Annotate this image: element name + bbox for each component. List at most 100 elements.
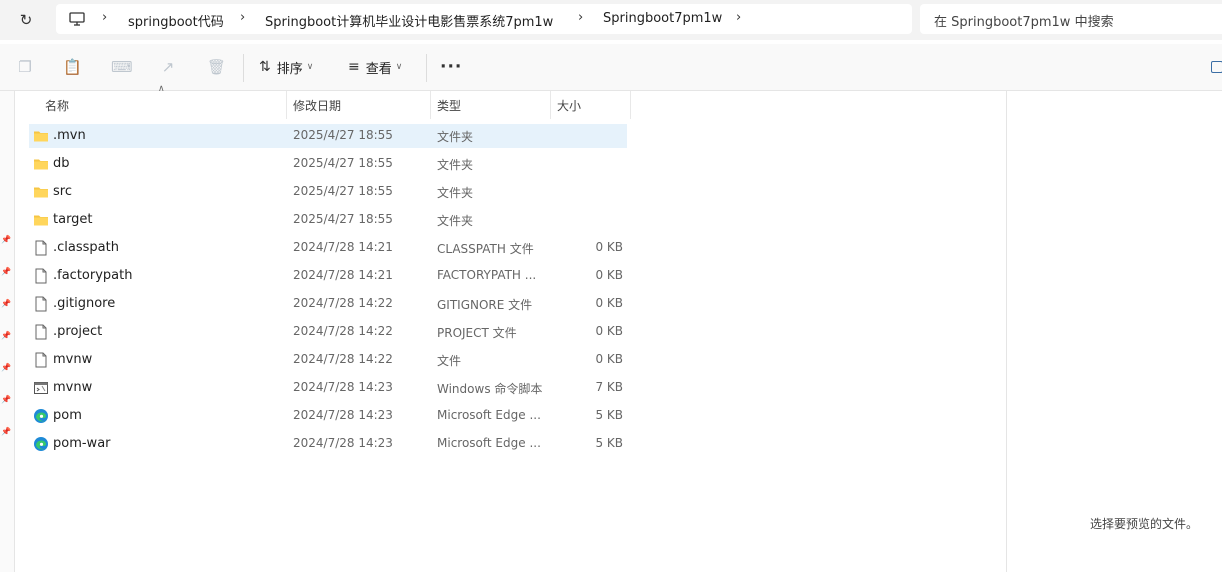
share-icon[interactable]: ↗ [159, 58, 177, 76]
column-divider[interactable] [550, 91, 551, 119]
file-type: PROJECT 文件 [437, 326, 517, 340]
pin-icon: 📌 [1, 267, 11, 276]
breadcrumb-item[interactable]: springboot代码 [128, 11, 224, 30]
file-name: mvnw [53, 380, 93, 395]
file-size: 5 KB [595, 408, 623, 422]
chevron-down-icon: ∨ [395, 62, 403, 72]
file-date: 2024/7/28 14:23 [293, 436, 393, 450]
file-type: Microsoft Edge ... [437, 436, 541, 450]
chevron-right-icon[interactable]: › [736, 10, 741, 25]
file-date: 2024/7/28 14:22 [293, 352, 393, 366]
file-icon [33, 240, 49, 256]
column-size[interactable]: 大小 [557, 97, 581, 114]
file-icon [33, 352, 49, 368]
sort-button[interactable]: ⇅ 排序 ∨ [259, 56, 313, 78]
pin-icon: 📌 [1, 427, 11, 436]
file-row[interactable]: .mvn 2025/4/27 18:55 文件夹 [29, 124, 627, 148]
file-icon [33, 296, 49, 312]
command-bar: ❐ 📋 ⌨ ↗ 🗑 ⇅ 排序 ∨ ≡ 查看 ∨ ··· [0, 44, 1222, 91]
file-row[interactable]: src 2025/4/27 18:55 文件夹 [29, 180, 627, 204]
sort-icon: ⇅ [259, 59, 271, 75]
chevron-right-icon[interactable]: › [578, 10, 583, 25]
file-row[interactable]: mvnw 2024/7/28 14:23 Windows 命令脚本 7 KB [29, 376, 627, 400]
file-date: 2025/4/27 18:55 [293, 156, 393, 170]
file-date: 2024/7/28 14:23 [293, 408, 393, 422]
file-row[interactable]: mvnw 2024/7/28 14:22 文件 0 KB [29, 348, 627, 372]
file-name: .gitignore [53, 296, 116, 311]
file-type: FACTORYPATH ... [437, 268, 537, 282]
file-type: 文件夹 [437, 158, 474, 172]
file-name: db [53, 156, 70, 171]
file-name: mvnw [53, 352, 93, 367]
file-name: pom-war [53, 436, 111, 451]
edge-icon [33, 408, 49, 424]
file-name: .project [53, 324, 103, 339]
file-row[interactable]: .project 2024/7/28 14:22 PROJECT 文件 0 KB [29, 320, 627, 344]
computer-icon[interactable] [68, 10, 86, 28]
file-type: Windows 命令脚本 [437, 382, 543, 396]
column-divider[interactable] [286, 91, 287, 119]
file-row[interactable]: .factorypath 2024/7/28 14:21 FACTORYPATH .… [29, 264, 627, 288]
file-size: 0 KB [595, 268, 623, 282]
file-row[interactable]: .gitignore 2024/7/28 14:22 GITIGNORE 文件 0 K… [29, 292, 627, 316]
breadcrumb[interactable]: › springboot代码 › Springboot计算机毕业设计电影售票系统… [56, 4, 912, 34]
file-date: 2024/7/28 14:22 [293, 324, 393, 338]
file-size: 0 KB [595, 324, 623, 338]
file-date: 2025/4/27 18:55 [293, 184, 393, 198]
column-divider[interactable] [630, 91, 631, 119]
column-modified[interactable]: 修改日期 [293, 97, 341, 114]
column-name[interactable]: 名称 [45, 97, 69, 114]
column-type[interactable]: 类型 [437, 97, 461, 114]
file-row[interactable]: pom 2024/7/28 14:23 Microsoft Edge ... 5 KB [29, 404, 627, 428]
details-pane-icon[interactable] [1211, 61, 1222, 73]
search-placeholder: 在 Springboot7pm1w 中搜索 [934, 15, 1114, 30]
folder-icon [33, 184, 49, 200]
file-row[interactable]: pom-war 2024/7/28 14:23 Microsoft Edge ...… [29, 432, 627, 456]
breadcrumb-item[interactable]: Springboot计算机毕业设计电影售票系统7pm1w [265, 11, 553, 30]
rename-icon[interactable]: ⌨ [111, 58, 133, 76]
search-input[interactable]: 在 Springboot7pm1w 中搜索 [920, 4, 1222, 34]
toolbar-divider [243, 54, 244, 82]
file-name: .classpath [53, 240, 119, 255]
file-type: 文件 [437, 354, 462, 368]
file-icon [33, 268, 49, 284]
preview-divider[interactable] [1006, 91, 1007, 572]
pin-icon: 📌 [1, 331, 11, 340]
file-date: 2025/4/27 18:55 [293, 128, 393, 142]
column-divider[interactable] [430, 91, 431, 119]
view-button[interactable]: ≡ 查看 ∨ [348, 56, 402, 78]
folder-icon [33, 156, 49, 172]
pin-icon: 📌 [1, 235, 11, 244]
breadcrumb-item[interactable]: Springboot7pm1w [603, 11, 722, 26]
pin-icon: 📌 [1, 395, 11, 404]
file-row[interactable]: db 2025/4/27 18:55 文件夹 [29, 152, 627, 176]
paste-icon[interactable]: 📋 [63, 58, 82, 76]
file-type: CLASSPATH 文件 [437, 242, 534, 256]
chevron-right-icon[interactable]: › [102, 10, 107, 25]
file-name: pom [53, 408, 82, 423]
file-size: 0 KB [595, 240, 623, 254]
file-type: GITIGNORE 文件 [437, 298, 533, 312]
file-icon [33, 324, 49, 340]
more-options-icon[interactable]: ··· [440, 57, 462, 77]
file-row[interactable]: target 2025/4/27 18:55 文件夹 [29, 208, 627, 232]
delete-icon[interactable]: 🗑 [207, 58, 226, 76]
preview-message: 选择要预览的文件。 [1090, 517, 1199, 531]
copy-icon[interactable]: ❐ [16, 58, 34, 76]
file-name: src [53, 184, 72, 199]
file-size: 0 KB [595, 296, 623, 310]
file-date: 2024/7/28 14:21 [293, 268, 393, 282]
file-size: 0 KB [595, 352, 623, 366]
file-date: 2024/7/28 14:22 [293, 296, 393, 310]
pin-icon: 📌 [1, 299, 11, 308]
chevron-down-icon: ∨ [306, 62, 314, 72]
folder-icon [33, 128, 49, 144]
toolbar-divider [426, 54, 427, 82]
file-type: 文件夹 [437, 186, 474, 200]
column-header: 名称 修改日期 类型 大小 [14, 91, 634, 119]
refresh-icon[interactable]: ↻ [15, 9, 37, 31]
chevron-right-icon[interactable]: › [240, 10, 245, 25]
script-icon [33, 380, 49, 396]
file-row[interactable]: .classpath 2024/7/28 14:21 CLASSPATH 文件 0 K… [29, 236, 627, 260]
file-size: 5 KB [595, 436, 623, 450]
